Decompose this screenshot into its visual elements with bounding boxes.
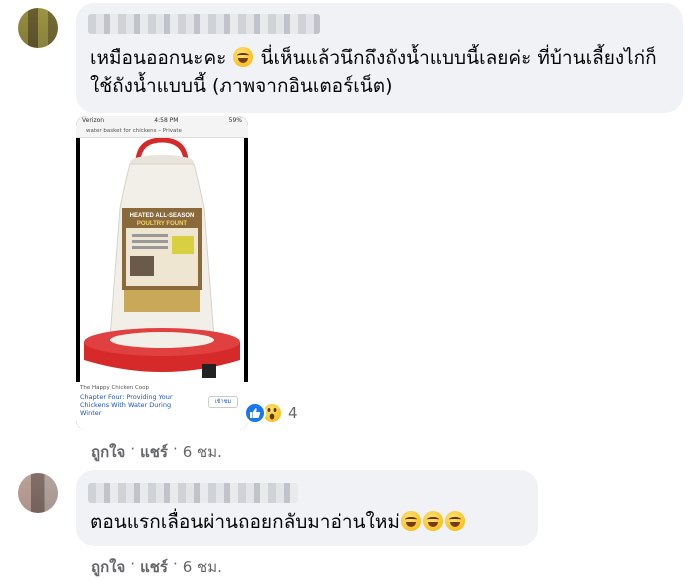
comment-timestamp[interactable]: 6 ชม. [183, 440, 222, 464]
url-text: water basket for chickens – Private [86, 128, 182, 134]
browser-url-bar: water basket for chickens – Private [76, 126, 248, 138]
separator: · [172, 555, 178, 573]
comment-text-part: ตอนแรกเลื่อนผ่านถอยกลับมาอ่านใหม่ [90, 511, 400, 533]
status-battery: 59% [228, 117, 242, 124]
comment-actions: ถูกใจ · แชร์ · 6 ชม. [91, 555, 222, 579]
caption-title[interactable]: Chapter Four: Providing Your Chickens Wi… [80, 393, 190, 417]
status-time: 4:58 PM [154, 117, 179, 124]
phone-status-bar: Verizon 4:58 PM 59% [76, 116, 248, 126]
shared-screenshot-image[interactable]: Verizon 4:58 PM 59% water basket for chi… [76, 116, 248, 430]
share-link[interactable]: แชร์ [140, 440, 168, 464]
grinning-face-icon [233, 47, 254, 67]
like-link[interactable]: ถูกใจ [91, 440, 125, 464]
laughing-face-icon [422, 511, 443, 531]
label-line-1: HEATED ALL-SEASON [130, 213, 195, 219]
status-carrier: Verizon [82, 117, 105, 124]
link-preview-caption[interactable]: The Happy Chicken Coop Chapter Four: Pro… [76, 382, 248, 430]
label-line-2: POULTRY FOUNT [137, 221, 188, 227]
comment-text: เหมือนออกนะคะ นี่เห็นแล้วนึกถึงถังน้ำแบบ… [90, 44, 675, 100]
laughing-face-icon [444, 511, 465, 531]
like-link[interactable]: ถูกใจ [91, 555, 125, 579]
comment-actions: ถูกใจ · แชร์ · 6 ชม. [91, 440, 222, 464]
reaction-count: 4 [288, 404, 298, 422]
separator: · [172, 440, 178, 458]
commenter-avatar[interactable] [18, 8, 58, 48]
share-link[interactable]: แชร์ [140, 555, 168, 579]
like-icon [244, 402, 266, 424]
commenter-name-blurred[interactable] [88, 14, 320, 34]
visit-button[interactable]: เข้าชม [207, 396, 238, 408]
reaction-summary[interactable]: 4 [242, 400, 302, 426]
commenter-avatar[interactable] [18, 473, 58, 513]
poultry-fount-illustration: HEATED ALL-SEASON POULTRY FOUNT [84, 138, 240, 378]
caption-site: The Happy Chicken Coop [80, 385, 150, 391]
separator: · [130, 555, 136, 573]
comment-text-part: เหมือนออกนะคะ [90, 47, 227, 69]
comment-timestamp[interactable]: 6 ชม. [183, 555, 222, 579]
commenter-name-blurred[interactable] [88, 483, 298, 503]
laughing-face-icon [400, 511, 421, 531]
comment-text: ตอนแรกเลื่อนผ่านถอยกลับมาอ่านใหม่ [90, 508, 530, 536]
separator: · [130, 440, 136, 458]
